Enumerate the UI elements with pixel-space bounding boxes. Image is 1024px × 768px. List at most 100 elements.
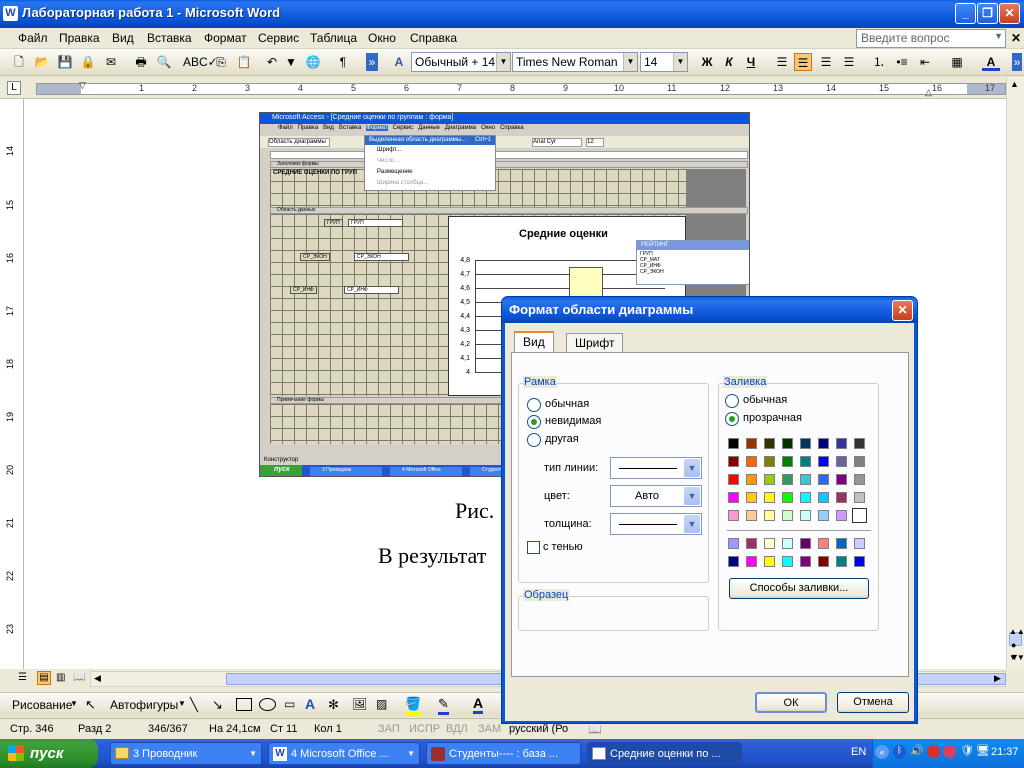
color-swatch[interactable] — [854, 438, 865, 449]
line-weight-select[interactable]: ▼ — [610, 513, 702, 535]
color-swatch[interactable] — [818, 510, 829, 521]
paste-icon[interactable]: 📋 — [235, 53, 253, 71]
web-icon[interactable]: 🌐 — [304, 53, 322, 71]
color-swatch[interactable] — [818, 438, 829, 449]
color-swatch[interactable] — [818, 474, 829, 485]
status-extend[interactable]: ВДЛ — [446, 723, 468, 735]
vertical-scrollbar[interactable]: ▲ ▼ — [1006, 77, 1024, 669]
font-color-icon[interactable]: A — [982, 53, 1000, 71]
fill-effects-button[interactable]: Способы заливки... — [729, 578, 869, 599]
justify-icon[interactable]: ☰ — [840, 53, 858, 71]
menu-help[interactable]: Справка — [410, 31, 457, 45]
drawing-menu[interactable]: Рисование — [12, 698, 72, 712]
oval-icon[interactable] — [259, 698, 276, 711]
autoshapes-arrow-icon[interactable]: ▼ — [178, 699, 186, 708]
line-color-icon[interactable]: ✎ — [438, 696, 449, 715]
color-swatch[interactable] — [782, 474, 793, 485]
color-swatch[interactable] — [818, 556, 829, 567]
select-objects-icon[interactable]: ↖ — [85, 697, 96, 713]
color-swatch[interactable] — [746, 510, 757, 521]
color-swatch[interactable] — [746, 538, 757, 549]
color-swatch[interactable] — [728, 438, 739, 449]
undo-dropdown-icon[interactable]: ▼ — [282, 53, 300, 71]
border-color-select[interactable]: Авто ▼ — [610, 485, 702, 507]
vertical-ruler[interactable]: 14 15 16 17 18 19 20 21 22 23 — [0, 99, 24, 669]
close-document-icon[interactable]: ✕ — [1011, 31, 1021, 45]
font-combo[interactable]: Times New Roman ▼ — [512, 52, 638, 72]
fill-automatic-radio[interactable]: обычная — [725, 394, 787, 408]
arrow-icon[interactable]: ↘ — [212, 697, 223, 713]
color-swatch[interactable] — [836, 510, 847, 521]
color-swatch[interactable] — [782, 538, 793, 549]
color-swatch[interactable] — [764, 474, 775, 485]
color-swatch[interactable] — [836, 538, 847, 549]
close-button[interactable]: ✕ — [999, 3, 1020, 24]
textbox-icon[interactable]: ▭ — [284, 697, 295, 711]
color-swatch[interactable] — [782, 510, 793, 521]
color-swatch[interactable] — [728, 474, 739, 485]
color-swatch[interactable] — [782, 438, 793, 449]
color-swatch[interactable] — [836, 492, 847, 503]
underline-button[interactable]: Ч — [742, 53, 760, 71]
color-swatch[interactable] — [728, 456, 739, 467]
color-swatch[interactable] — [764, 556, 775, 567]
color-swatch[interactable] — [782, 492, 793, 503]
reading-view-icon[interactable]: 📖 — [73, 672, 85, 683]
status-overtype[interactable]: ЗАМ — [478, 723, 501, 735]
normal-view-icon[interactable]: ☰ — [18, 672, 27, 683]
restore-button[interactable]: ❐ — [977, 3, 998, 24]
start-button[interactable]: пуск — [0, 739, 98, 768]
border-automatic-radio[interactable]: обычная — [527, 398, 589, 412]
color-swatch[interactable] — [800, 438, 811, 449]
status-record[interactable]: ЗАП — [378, 723, 400, 735]
color-swatch[interactable] — [746, 492, 757, 503]
help-search-input[interactable]: Введите вопрос ▼ — [856, 29, 1006, 48]
print-layout-icon[interactable]: ▥ — [56, 672, 65, 683]
color-swatch[interactable] — [728, 492, 739, 503]
menu-view[interactable]: Вид — [112, 31, 134, 45]
decrease-indent-icon[interactable]: ⇤ — [916, 53, 934, 71]
clipart-icon[interactable]: 🖼 — [352, 697, 367, 711]
menu-table[interactable]: Таблица — [310, 31, 357, 45]
task-students-db[interactable]: Студенты---- : база ... — [426, 742, 581, 765]
color-swatch[interactable] — [800, 492, 811, 503]
print-icon[interactable]: 🖶 — [132, 53, 150, 71]
dialog-close-button[interactable]: ✕ — [892, 300, 913, 321]
color-swatch[interactable] — [746, 474, 757, 485]
color-swatch[interactable] — [746, 438, 757, 449]
color-swatch[interactable] — [800, 556, 811, 567]
color-swatch[interactable] — [818, 538, 829, 549]
word-app-icon[interactable]: W — [3, 6, 18, 21]
color-swatch[interactable] — [854, 492, 865, 503]
cancel-button[interactable]: Отмена — [837, 692, 909, 713]
color-swatch[interactable] — [764, 538, 775, 549]
paragraph-marks-icon[interactable]: ¶ — [334, 53, 352, 71]
align-right-icon[interactable]: ☰ — [817, 53, 835, 71]
color-swatch[interactable] — [854, 538, 865, 549]
scroll-right-icon[interactable]: ▶ — [994, 673, 1001, 684]
line-type-select[interactable]: ▼ — [610, 457, 702, 479]
save-icon[interactable]: 💾 — [56, 53, 74, 71]
menu-format[interactable]: Формат — [204, 31, 247, 45]
color-swatch[interactable] — [818, 492, 829, 503]
color-swatch[interactable] — [800, 474, 811, 485]
first-line-indent-marker-icon[interactable]: ▽ — [79, 80, 86, 91]
color-swatch[interactable] — [746, 556, 757, 567]
undo-icon[interactable]: ↶ — [263, 53, 281, 71]
antivirus-icon[interactable] — [927, 745, 940, 758]
color-swatch[interactable] — [854, 456, 865, 467]
color-swatch[interactable] — [764, 438, 775, 449]
color-swatch[interactable] — [728, 510, 739, 521]
italic-button[interactable]: К — [720, 53, 738, 71]
tab-font[interactable]: Шрифт — [566, 333, 624, 353]
web-view-icon[interactable]: ▤ — [37, 671, 51, 685]
color-swatch[interactable] — [836, 556, 847, 567]
color-swatch[interactable] — [836, 474, 847, 485]
color-swatch[interactable] — [800, 510, 811, 521]
security-icon[interactable]: 🛡 — [960, 744, 974, 757]
border-none-radio[interactable]: невидимая — [527, 415, 601, 429]
email-icon[interactable]: ✉ — [102, 53, 120, 71]
color-swatch[interactable] — [782, 556, 793, 567]
task-explorer[interactable]: 3 Проводник ▼ — [110, 742, 262, 765]
wordart-icon[interactable]: A — [305, 696, 315, 712]
